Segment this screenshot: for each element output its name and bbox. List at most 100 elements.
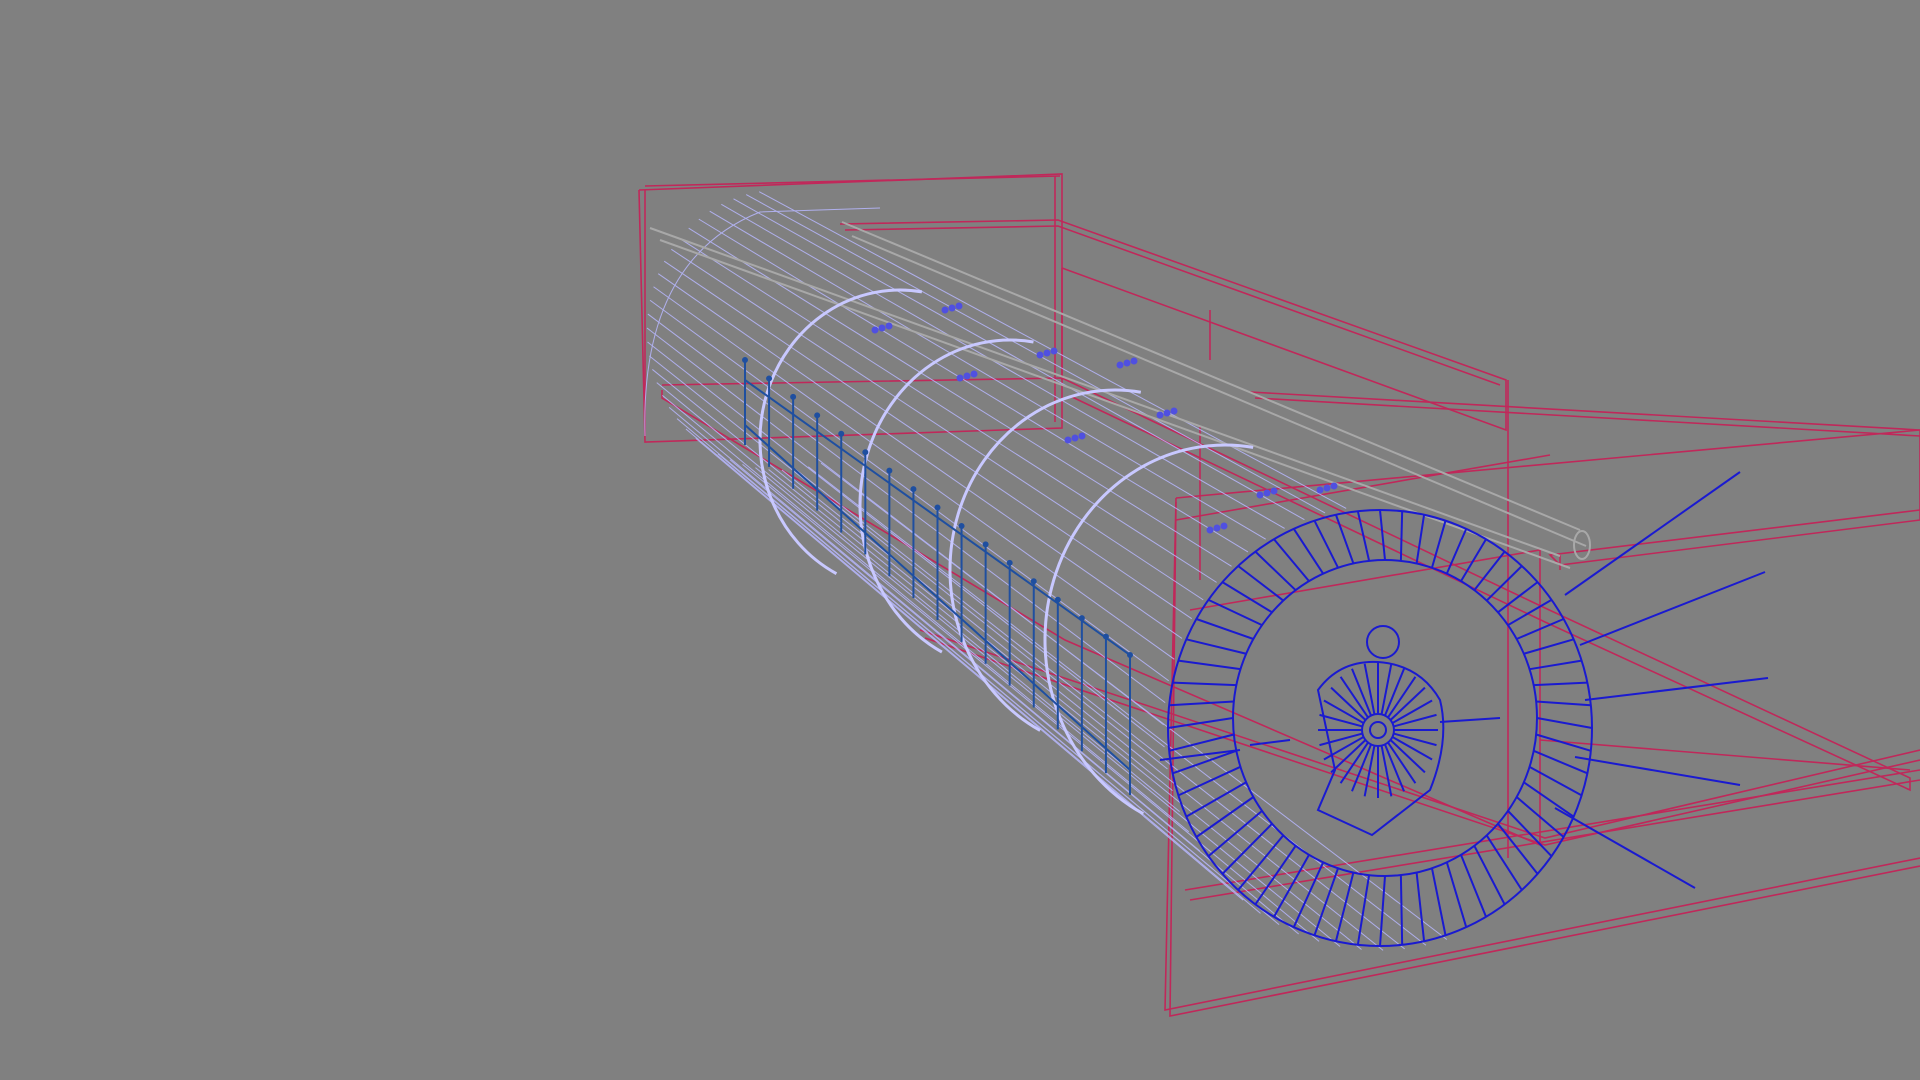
inner-spoke	[1319, 732, 1363, 747]
tunnel-cylinder	[644, 191, 1448, 951]
wheel-spoke	[1460, 854, 1487, 918]
wheel-spoke	[1445, 862, 1468, 928]
bolt	[1170, 407, 1178, 415]
ladder-node	[910, 486, 917, 493]
inner-spoke	[1380, 663, 1393, 715]
ladder-node	[1006, 559, 1013, 566]
wheel-spoke	[1523, 638, 1574, 655]
bolt	[941, 306, 949, 314]
wheel-spoke	[1536, 717, 1593, 729]
ladder-node	[814, 412, 821, 419]
cylinder-line	[647, 313, 1166, 704]
wheel-spoke	[1379, 875, 1386, 947]
cylinder-line	[663, 260, 1192, 620]
wheel-spoke	[1172, 681, 1237, 687]
bolt	[1330, 482, 1338, 490]
wheel-spoke	[1178, 659, 1241, 671]
cylinder-line	[679, 237, 1217, 583]
cylinder-line	[656, 382, 1180, 813]
wheel-spoke	[1536, 700, 1591, 707]
bolt	[948, 304, 956, 312]
cylinder-line	[742, 463, 1320, 942]
cylinder-line	[768, 469, 1362, 950]
wheel-spoke	[1533, 681, 1588, 687]
bolt	[878, 324, 886, 332]
ladder-node	[862, 449, 869, 456]
ladder-frame	[742, 357, 1133, 795]
inner-spoke	[1363, 663, 1376, 715]
ladder-node	[766, 375, 773, 382]
ladder-node	[1030, 578, 1037, 585]
cylinder-line	[717, 453, 1280, 926]
wheel-spoke	[1535, 733, 1592, 752]
wheel-spoke	[1169, 700, 1234, 707]
bolt	[1071, 434, 1079, 442]
wheel-spoke	[1313, 520, 1339, 569]
wheel-spoke	[1334, 514, 1355, 564]
wheel-spoke	[1497, 581, 1539, 614]
cylinder-line	[695, 437, 1244, 901]
3d-viewport[interactable]	[0, 0, 1920, 1080]
inner-spoke	[1393, 732, 1437, 747]
cylinder-line	[745, 194, 1326, 514]
bolt	[1206, 526, 1214, 534]
wheel-spoke	[1221, 823, 1273, 875]
bolt	[1036, 351, 1044, 359]
external-ray	[1574, 756, 1741, 786]
wheel-spoke	[1379, 509, 1386, 561]
cylinder-line	[820, 462, 1448, 940]
ladder-node	[958, 522, 965, 529]
wheel-spoke	[1356, 510, 1371, 562]
wheel-spoke	[1196, 618, 1254, 640]
cylinder-line	[794, 468, 1405, 950]
external-ray	[1584, 677, 1769, 701]
ladder-node	[790, 393, 797, 400]
bolt	[955, 302, 963, 310]
cylinder-line	[755, 467, 1341, 947]
cylinder-line	[648, 355, 1168, 770]
wheel-spoke	[1399, 875, 1404, 945]
wheel-spoke	[1445, 528, 1468, 575]
wheel-spoke	[1168, 733, 1235, 752]
wheel-spoke	[1195, 796, 1254, 838]
bolt	[1050, 347, 1058, 355]
top-knob	[1366, 625, 1400, 659]
bolt	[1078, 432, 1086, 440]
wheel-spoke	[1186, 638, 1247, 655]
bolt	[1043, 349, 1051, 357]
bolt	[963, 372, 971, 380]
bolt	[885, 322, 893, 330]
wheel-spoke	[1533, 749, 1588, 775]
cylinder-line	[657, 273, 1183, 639]
external-ray	[1564, 471, 1741, 596]
ladder-node	[1054, 596, 1061, 603]
ladder-node	[1102, 633, 1109, 640]
bolt	[1130, 357, 1138, 365]
wheel-spoke	[1415, 872, 1426, 942]
wheel-spoke	[1431, 520, 1447, 569]
inner-spoke	[1363, 745, 1376, 797]
axis-line	[1439, 717, 1501, 723]
bolt	[1163, 409, 1171, 417]
wheel-spoke	[1415, 514, 1426, 564]
bolt	[1213, 524, 1221, 532]
bolt	[1156, 411, 1164, 419]
ladder-node	[886, 467, 893, 474]
wireframe-scene[interactable]	[0, 0, 1920, 1080]
support-frame	[638, 173, 1920, 1017]
ring-flange	[948, 388, 1142, 732]
ladder-node	[742, 357, 748, 363]
hub-center	[1369, 721, 1387, 739]
bolt	[871, 326, 879, 334]
bolt	[1323, 484, 1331, 492]
inner-wheel	[1159, 625, 1501, 837]
wheel-spoke	[1208, 598, 1263, 627]
bolt	[970, 370, 978, 378]
ladder-node	[934, 504, 941, 511]
ladder-node	[1127, 652, 1133, 658]
hub-ring	[1361, 713, 1395, 747]
bolt	[1116, 361, 1124, 369]
cylinder-line	[649, 299, 1169, 682]
inner-spoke	[1380, 745, 1393, 797]
bolt	[1256, 491, 1264, 499]
